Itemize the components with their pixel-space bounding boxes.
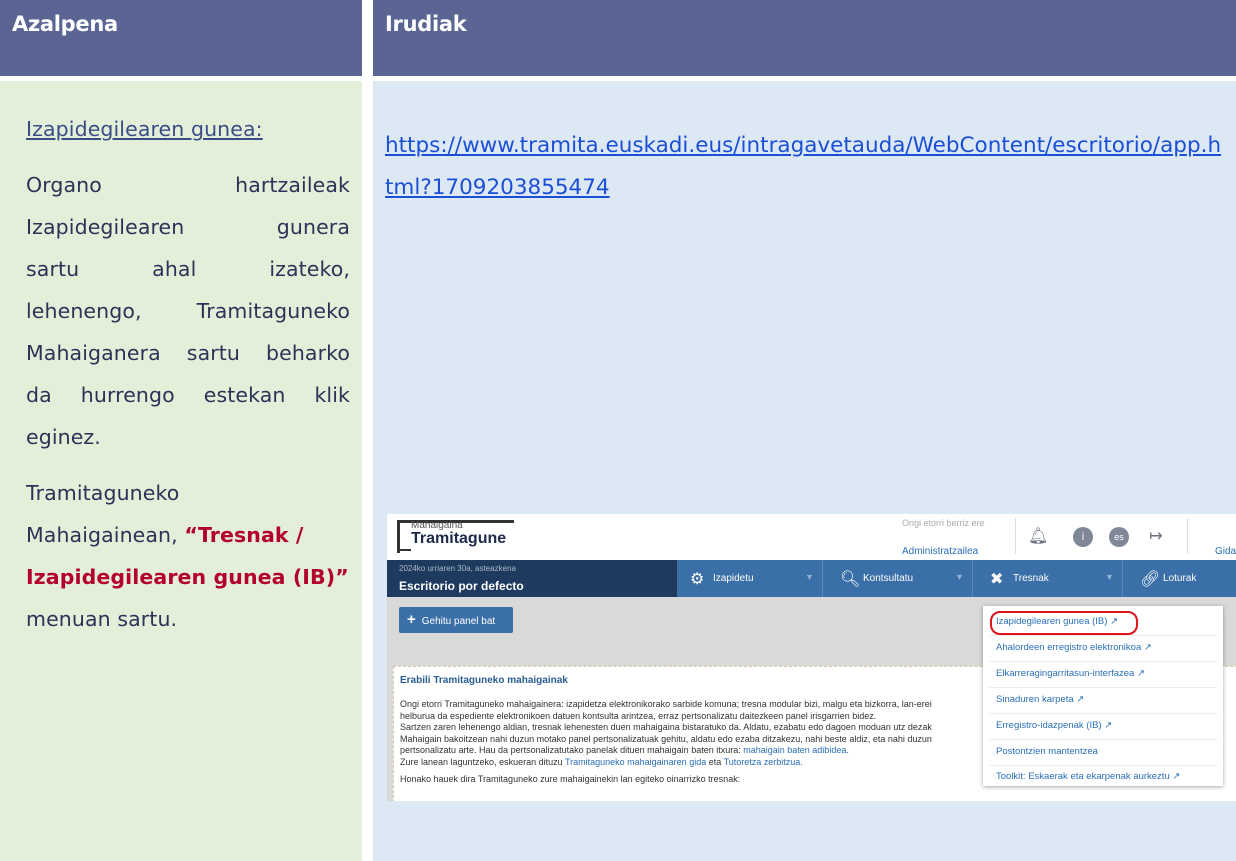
para1-line: da hurrengo estekan klik <box>26 383 350 407</box>
guide-link[interactable]: Tramitaguneko mahaigainaren gida <box>565 757 706 767</box>
info-icon[interactable]: i <box>1073 527 1093 547</box>
menu-item-postontzien-mantentzea[interactable]: Postontzien mantentzea <box>996 746 1098 757</box>
add-panel-button[interactable]: + Gehitu panel bat <box>399 607 513 633</box>
desktop-name: Escritorio por defecto <box>399 579 524 593</box>
menu-item-toolkit[interactable]: Toolkit: Eskaerak eta ekarpenak aurkeztu… <box>996 771 1180 782</box>
menu-divider <box>989 635 1217 636</box>
menu-path-text: “Tresnak / <box>184 523 304 547</box>
images-cell: https://www.tramita.euskadi.eus/intragav… <box>373 81 1236 861</box>
menu-item-ahalordeen-erregistroa[interactable]: Ahalordeen erregistro elektronikoa ↗ <box>996 642 1152 653</box>
para1-line: Organo hartzaileak <box>26 173 350 197</box>
header-azalpena: Azalpena <box>0 0 362 76</box>
logo-title: Tramitagune <box>411 530 507 547</box>
nav-separator <box>1122 560 1123 597</box>
example-link[interactable]: mahaigain baten adibidea. <box>743 745 849 755</box>
header-irudiak-label: Irudiak <box>385 12 467 36</box>
menu-divider <box>989 713 1217 714</box>
gear-icon: ⚙ <box>690 571 705 588</box>
menu-item-sinaduren-karpeta[interactable]: Sinaduren karpeta ↗ <box>996 694 1084 705</box>
menu-item-erregistro-idazpenak[interactable]: Erregistro-idazpenak (IB) ↗ <box>996 720 1112 731</box>
divider <box>1015 518 1016 554</box>
explanation-text: Izapidegilearen gunea: Organo hartzailea… <box>26 108 350 640</box>
welcome-text: Ongi etorri berriz ere <box>902 518 985 528</box>
menu-divider <box>989 739 1217 740</box>
nav-loturak[interactable]: Loturak <box>1163 573 1196 584</box>
menu-item-izapidegilearen-gunea[interactable]: Izapidegilearen gunea (IB) ↗ <box>996 616 1118 627</box>
logout-icon[interactable]: ↦ <box>1146 527 1166 547</box>
desktop-url-link[interactable]: https://www.tramita.euskadi.eus/intragav… <box>385 125 1225 209</box>
nav-tresnak[interactable]: Tresnak <box>1013 573 1049 584</box>
language-icon[interactable]: es <box>1109 527 1129 547</box>
para2-line: Mahaigainean, “Tresnak / <box>26 514 350 556</box>
chevron-down-icon: ▼ <box>1105 572 1114 582</box>
header-irudiak: Irudiak <box>373 0 1236 76</box>
chevron-down-icon: ▼ <box>805 572 814 582</box>
menu-item-elkarreragingarritasuna[interactable]: Elkarreragingarritasun-interfazea ↗ <box>996 668 1145 679</box>
para2-text: Mahaigainean, <box>26 523 178 547</box>
nav-izapidetu[interactable]: Izapidetu <box>713 573 754 584</box>
section-title: Izapidegilearen gunea: <box>26 117 263 141</box>
para1-line: sartu ahal izateko, <box>26 257 350 281</box>
menu-divider <box>989 765 1217 766</box>
nav-separator <box>972 560 973 597</box>
header-azalpena-label: Azalpena <box>12 12 118 36</box>
para1-line: lehenengo, Tramitaguneko <box>26 299 350 323</box>
logo-line <box>399 549 411 551</box>
tutoring-link[interactable]: Tutoretza zerbitzua. <box>724 757 803 767</box>
divider <box>1187 518 1188 554</box>
panel-line-text: eta <box>708 756 722 767</box>
tools-icon: ✖ <box>990 571 1004 588</box>
panel-title: Erabili Tramitaguneko mahaigainak <box>400 675 568 686</box>
para1-line: eginez. <box>26 425 101 449</box>
tresnak-dropdown-menu: Izapidegilearen gunea (IB) ↗ Ahalordeen … <box>983 606 1223 786</box>
para1-line: Izapidegilearen gunera <box>26 215 350 239</box>
panel-line-text: pertsonalizatu arte. Hau da pertsonaliza… <box>400 745 741 755</box>
explanation-cell: Izapidegilearen gunea: Organo hartzailea… <box>0 81 362 861</box>
help-link[interactable]: Gidali <box>1215 546 1236 557</box>
panel-line-text: Zure lanean laguntzeko, eskueran dituzu <box>400 756 563 767</box>
nav-kontsultatu[interactable]: Kontsultatu <box>863 573 913 584</box>
nav-separator <box>822 560 823 597</box>
para2-line: menuan sartu. <box>26 607 178 631</box>
add-panel-label: Gehitu panel bat <box>421 616 496 627</box>
chevron-down-icon: ▼ <box>955 572 964 582</box>
link-icon: 🔗︎ <box>1140 571 1161 588</box>
bell-icon[interactable]: 🔔︎ <box>1028 527 1048 547</box>
para2-line: Tramitaguneko <box>26 481 180 505</box>
menu-divider <box>989 661 1217 662</box>
embedded-screenshot: Mahaigaina Tramitagune Ongi etorri berri… <box>387 514 1236 801</box>
user-role: Administratzailea <box>902 546 979 557</box>
menu-path-text: Izapidegilearen gunea (IB)” <box>26 565 349 589</box>
menu-divider <box>989 687 1217 688</box>
para1-line: Mahaiganera sartu beharko <box>26 341 350 365</box>
current-date: 2024ko urriaren 30a, asteazkena <box>399 564 516 573</box>
search-icon: 🔍︎ <box>840 571 861 588</box>
